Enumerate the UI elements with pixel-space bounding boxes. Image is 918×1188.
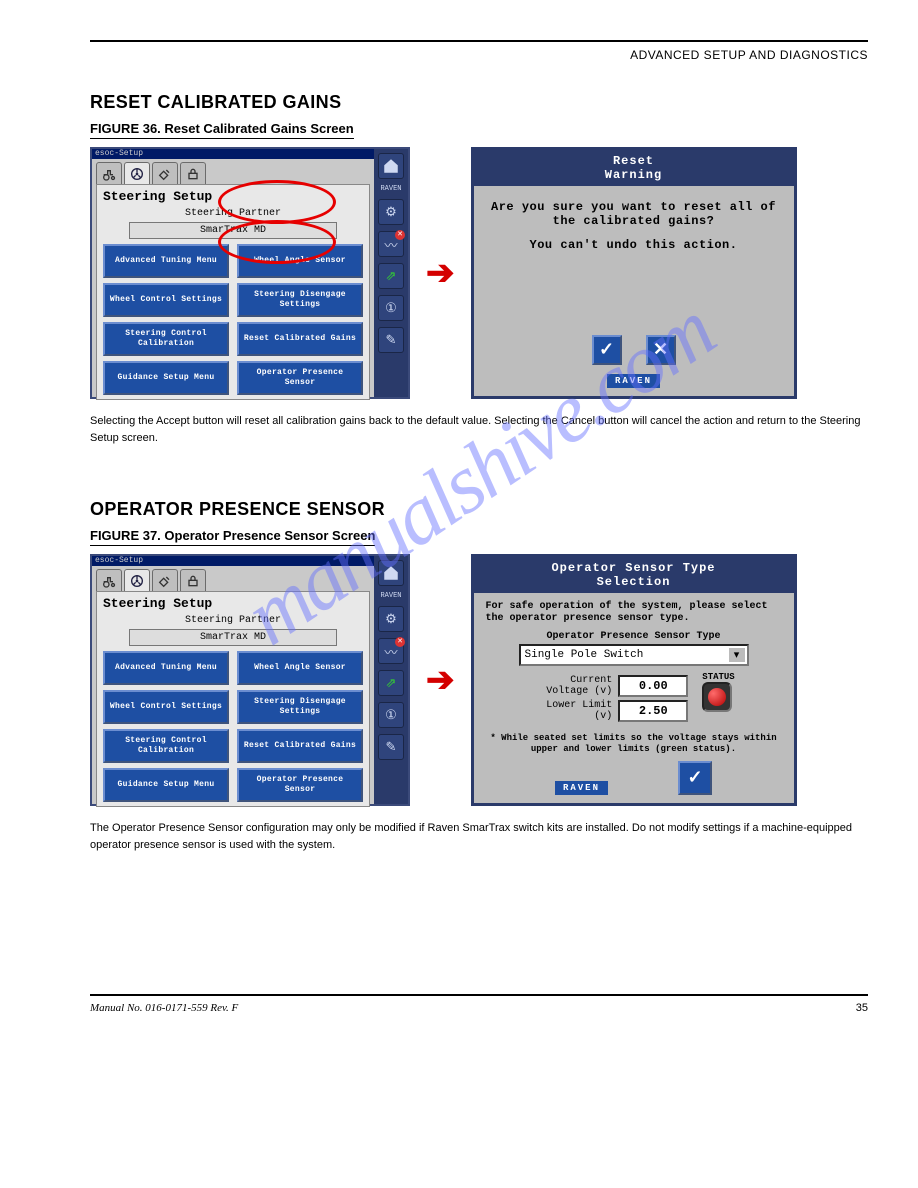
setup-button-grid: Advanced Tuning Menu Wheel Angle Sensor … [103, 244, 363, 395]
reset-calibrated-gains-button[interactable]: Reset Calibrated Gains [237, 322, 363, 356]
operator-presence-sensor-button[interactable]: Operator Presence Sensor [237, 768, 363, 802]
section-note: Selecting the Accept button will reset a… [90, 413, 868, 447]
advanced-tuning-button[interactable]: Advanced Tuning Menu [103, 244, 229, 278]
edit-icon[interactable]: ✎ [378, 734, 404, 760]
reset-warning-dialog: Reset Warning Are you sure you want to r… [471, 147, 797, 399]
tab-tractor[interactable] [96, 162, 122, 184]
chart-up-icon[interactable]: ⇗ [378, 263, 404, 289]
page-title: Steering Setup [103, 189, 363, 204]
chart-up-icon[interactable]: ⇗ [378, 670, 404, 696]
setup-button-grid: Advanced Tuning Menu Wheel Angle Sensor … [103, 651, 363, 802]
sensor-type-select[interactable]: Single Pole Switch [519, 644, 749, 666]
steering-control-calibration-button[interactable]: Steering Control Calibration [103, 729, 229, 763]
diagnostics-icon[interactable]: 〰✕ [378, 638, 404, 664]
screenshot-steering-setup: esoc-Setup Steering Setup Steering Partn… [90, 554, 410, 806]
tab-tractor[interactable] [96, 569, 122, 591]
current-voltage-value: 0.00 [618, 675, 688, 697]
operator-presence-sensor-button[interactable]: Operator Presence Sensor [237, 361, 363, 395]
page-one-icon[interactable]: ① [378, 702, 404, 728]
dialog-message-2: You can't undo this action. [488, 238, 780, 252]
home-icon[interactable] [378, 560, 404, 586]
breadcrumb: ADVANCED SETUP AND DIAGNOSTICS [90, 48, 868, 62]
window-titlebar: esoc-Setup [92, 556, 374, 566]
footer-manual-no: Manual No. 016-0171-559 Rev. F [90, 1002, 238, 1014]
steering-partner-label: Steering Partner [103, 615, 363, 626]
status-led-icon [708, 688, 726, 706]
lower-limit-label: Lower Limit (v) [532, 700, 612, 722]
dialog-message-1: Are you sure you want to reset all of th… [488, 200, 780, 228]
status-indicator [702, 682, 732, 712]
sensor-type-label: Operator Presence Sensor Type [486, 631, 782, 642]
arrow-right-icon: ➔ [426, 663, 455, 697]
brand-badge: RAVEN [555, 781, 608, 795]
steering-partner-label: Steering Partner [103, 208, 363, 219]
figure-caption: FIGURE 37. Operator Presence Sensor Scre… [90, 528, 375, 546]
tab-satellite[interactable] [152, 162, 178, 184]
window-titlebar: esoc-Setup [92, 149, 374, 159]
gear-icon[interactable]: ⚙ [378, 199, 404, 225]
dialog-title: Reset Warning [474, 150, 794, 186]
home-icon[interactable] [378, 153, 404, 179]
wheel-control-settings-button[interactable]: Wheel Control Settings [103, 690, 229, 724]
cancel-button[interactable]: ✕ [646, 335, 676, 365]
wheel-angle-sensor-button[interactable]: Wheel Angle Sensor [237, 651, 363, 685]
status-label: STATUS [702, 672, 734, 682]
tab-satellite[interactable] [152, 569, 178, 591]
brand-badge: RAVEN [607, 374, 660, 388]
dialog-hint: * While seated set limits so the voltage… [486, 733, 782, 755]
page-title: Steering Setup [103, 596, 363, 611]
tab-bar [92, 566, 374, 591]
guidance-setup-button[interactable]: Guidance Setup Menu [103, 768, 229, 802]
tab-lock[interactable] [180, 569, 206, 591]
lower-limit-value[interactable]: 2.50 [618, 700, 688, 722]
accept-button[interactable]: ✓ [678, 761, 712, 795]
steering-partner-value: SmarTrax MD [129, 222, 337, 239]
section-title: OPERATOR PRESENCE SENSOR [90, 499, 868, 520]
tab-bar [92, 159, 374, 184]
steering-disengage-button[interactable]: Steering Disengage Settings [237, 283, 363, 317]
diagnostics-icon[interactable]: 〰✕ [378, 231, 404, 257]
edit-icon[interactable]: ✎ [378, 327, 404, 353]
section-title: RESET CALIBRATED GAINS [90, 92, 868, 113]
tab-steering[interactable] [124, 569, 150, 591]
advanced-tuning-button[interactable]: Advanced Tuning Menu [103, 651, 229, 685]
steering-control-calibration-button[interactable]: Steering Control Calibration [103, 322, 229, 356]
guidance-setup-button[interactable]: Guidance Setup Menu [103, 361, 229, 395]
figure-caption: FIGURE 36. Reset Calibrated Gains Screen [90, 121, 354, 139]
current-voltage-label: Current Voltage (v) [532, 675, 612, 697]
wheel-control-settings-button[interactable]: Wheel Control Settings [103, 283, 229, 317]
tab-steering[interactable] [124, 162, 150, 184]
screenshot-steering-setup: esoc-Setup Steering Setup Steering Partn… [90, 147, 410, 399]
wheel-angle-sensor-button[interactable]: Wheel Angle Sensor [237, 244, 363, 278]
page-one-icon[interactable]: ① [378, 295, 404, 321]
brand-label: RAVEN [380, 185, 401, 193]
steering-partner-value: SmarTrax MD [129, 629, 337, 646]
accept-button[interactable]: ✓ [592, 335, 622, 365]
footer-page-no: 35 [856, 1002, 868, 1014]
dialog-intro: For safe operation of the system, please… [486, 601, 782, 625]
reset-calibrated-gains-button[interactable]: Reset Calibrated Gains [237, 729, 363, 763]
tab-lock[interactable] [180, 162, 206, 184]
brand-label: RAVEN [380, 592, 401, 600]
right-sidebar: RAVEN ⚙ 〰✕ ⇗ ① ✎ [374, 149, 408, 397]
section-note: The Operator Presence Sensor configurati… [90, 820, 868, 854]
steering-disengage-button[interactable]: Steering Disengage Settings [237, 690, 363, 724]
arrow-right-icon: ➔ [426, 256, 455, 290]
gear-icon[interactable]: ⚙ [378, 606, 404, 632]
right-sidebar: RAVEN ⚙ 〰✕ ⇗ ① ✎ [374, 556, 408, 804]
dialog-title: Operator Sensor Type Selection [474, 557, 794, 593]
operator-sensor-dialog: Operator Sensor Type Selection For safe … [471, 554, 797, 806]
